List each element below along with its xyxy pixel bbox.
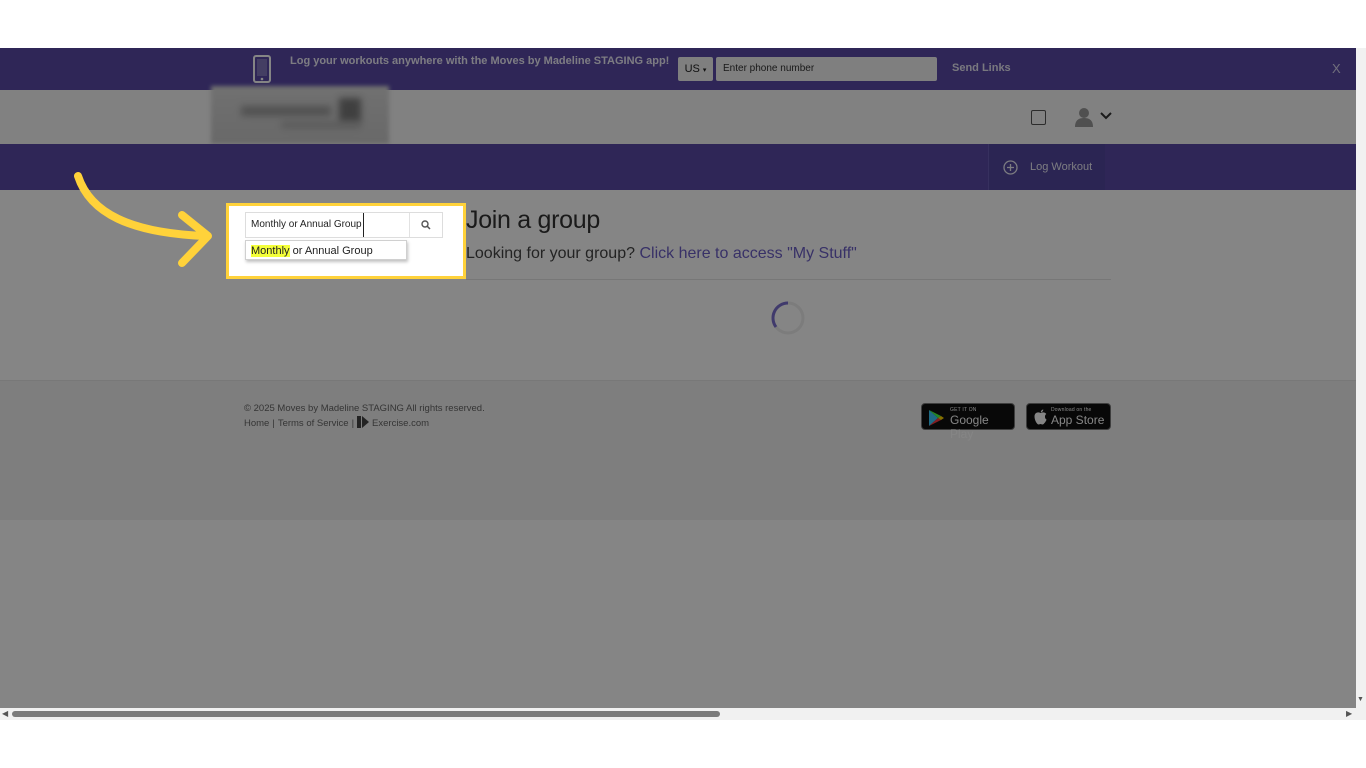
scroll-left-arrow-icon[interactable]: ◀ [2,709,8,718]
scroll-right-arrow-icon[interactable]: ▶ [1346,709,1352,718]
search-focus-highlight: Monthly or Annual Group Monthly or Annua… [226,203,466,279]
autocomplete-suggestion[interactable]: Monthly or Annual Group [245,240,407,260]
banner-message: Log your workouts anywhere with the Move… [290,55,670,67]
footer-links: Home | Terms of Service | Exercise.com [244,416,430,429]
country-select[interactable]: US ▾ [678,57,713,81]
my-stuff-link[interactable]: Click here to access "My Stuff" [639,245,856,262]
horizontal-scrollbar[interactable]: ◀ ▶ [0,708,1366,720]
scroll-down-arrow-icon[interactable]: ▼ [1357,696,1364,703]
caret-down-icon: ▾ [702,67,707,74]
exercise-logo-icon [357,416,370,428]
app-download-banner: Log your workouts anywhere with the Move… [0,48,1356,90]
chevron-down-icon[interactable] [1100,112,1112,120]
suggestion-rest-text: or Annual Group [289,245,373,257]
loading-spinner-icon [771,301,805,335]
subtitle-text: Looking for your group? [466,245,640,262]
copyright-text: © 2025 Moves by Madeline STAGING All rig… [244,403,485,414]
terms-link[interactable]: Terms of Service [278,418,349,429]
country-code: US [684,63,700,75]
group-search-input[interactable]: Monthly or Annual Group [245,212,443,238]
page-subtitle: Looking for your group? Click here to ac… [466,245,857,263]
site-footer: © 2025 Moves by Madeline STAGING All rig… [0,380,1356,521]
close-banner-button[interactable]: X [1332,61,1341,76]
app-store-badge[interactable]: Download on the App Store [1026,403,1111,430]
send-links-button[interactable]: Send Links [952,62,1011,74]
divider [466,279,1111,280]
app-store-text: App Store [1051,413,1105,427]
google-play-badge[interactable]: GET IT ON Google Play [921,403,1015,441]
scrollbar-thumb[interactable] [12,711,720,717]
log-workout-button[interactable]: Log Workout [988,144,1105,190]
apple-icon [1034,409,1047,425]
phone-number-input[interactable]: Enter phone number [716,57,937,81]
page-background [0,520,1356,720]
checkbox-icon[interactable] [1031,110,1046,125]
log-workout-label: Log Workout [1030,161,1093,173]
search-input-value: Monthly or Annual Group [251,213,364,237]
site-logo[interactable] [211,86,389,144]
page-title: Join a group [466,206,600,234]
plus-circle-icon [1003,160,1018,175]
exercise-link[interactable]: Exercise.com [372,418,429,429]
search-icon [421,220,431,230]
site-header [0,86,1356,145]
phone-icon [253,55,271,83]
google-play-icon [929,410,944,426]
user-icon[interactable] [1075,107,1093,127]
home-link[interactable]: Home [244,418,269,429]
google-play-text: Google Play [950,413,989,441]
suggestion-match-text: Monthly [251,245,290,257]
arrow-annotation-icon [74,172,212,267]
vertical-scrollbar[interactable]: ▼ [1356,48,1366,708]
search-button[interactable] [409,213,442,237]
browser-viewport: Log your workouts anywhere with the Move… [0,48,1366,720]
